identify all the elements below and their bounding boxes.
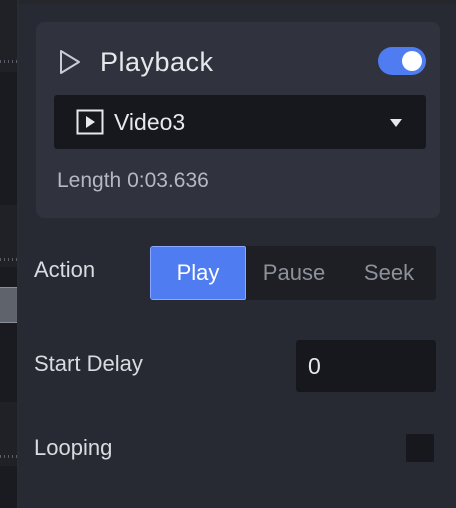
inspector-window: Playback Video3 Length 0:03.636 Action P…: [0, 0, 456, 508]
playback-title: Playback: [100, 47, 214, 77]
video-file-icon: [76, 109, 104, 135]
adjacent-panel-ticks: [0, 455, 17, 458]
start-delay-label: Start Delay: [34, 351, 143, 376]
action-label: Action: [34, 257, 96, 282]
action-option-seek[interactable]: Seek: [342, 246, 436, 300]
action-option-play[interactable]: Play: [150, 246, 246, 300]
playback-enabled-toggle[interactable]: [378, 47, 426, 75]
adjacent-panel-ticks: [0, 60, 17, 63]
video-clip-dropdown[interactable]: Video3: [54, 95, 426, 149]
adjacent-panel-strip: [0, 0, 17, 508]
looping-checkbox[interactable]: [406, 434, 434, 462]
selected-clip: Video3: [114, 109, 186, 135]
toggle-knob: [402, 51, 422, 71]
adjacent-panel-selected-track[interactable]: [0, 287, 17, 323]
adjacent-panel-ticks: [0, 258, 17, 261]
action-segmented-control: Play Pause Seek: [150, 246, 436, 300]
looping-label: Looping: [34, 435, 113, 460]
chevron-down-icon: [390, 119, 402, 127]
play-outline-icon: [60, 50, 80, 74]
action-option-pause[interactable]: Pause: [246, 246, 342, 300]
start-delay-input[interactable]: 0: [296, 340, 436, 392]
clip-length: Length 0:03.636: [57, 169, 209, 192]
